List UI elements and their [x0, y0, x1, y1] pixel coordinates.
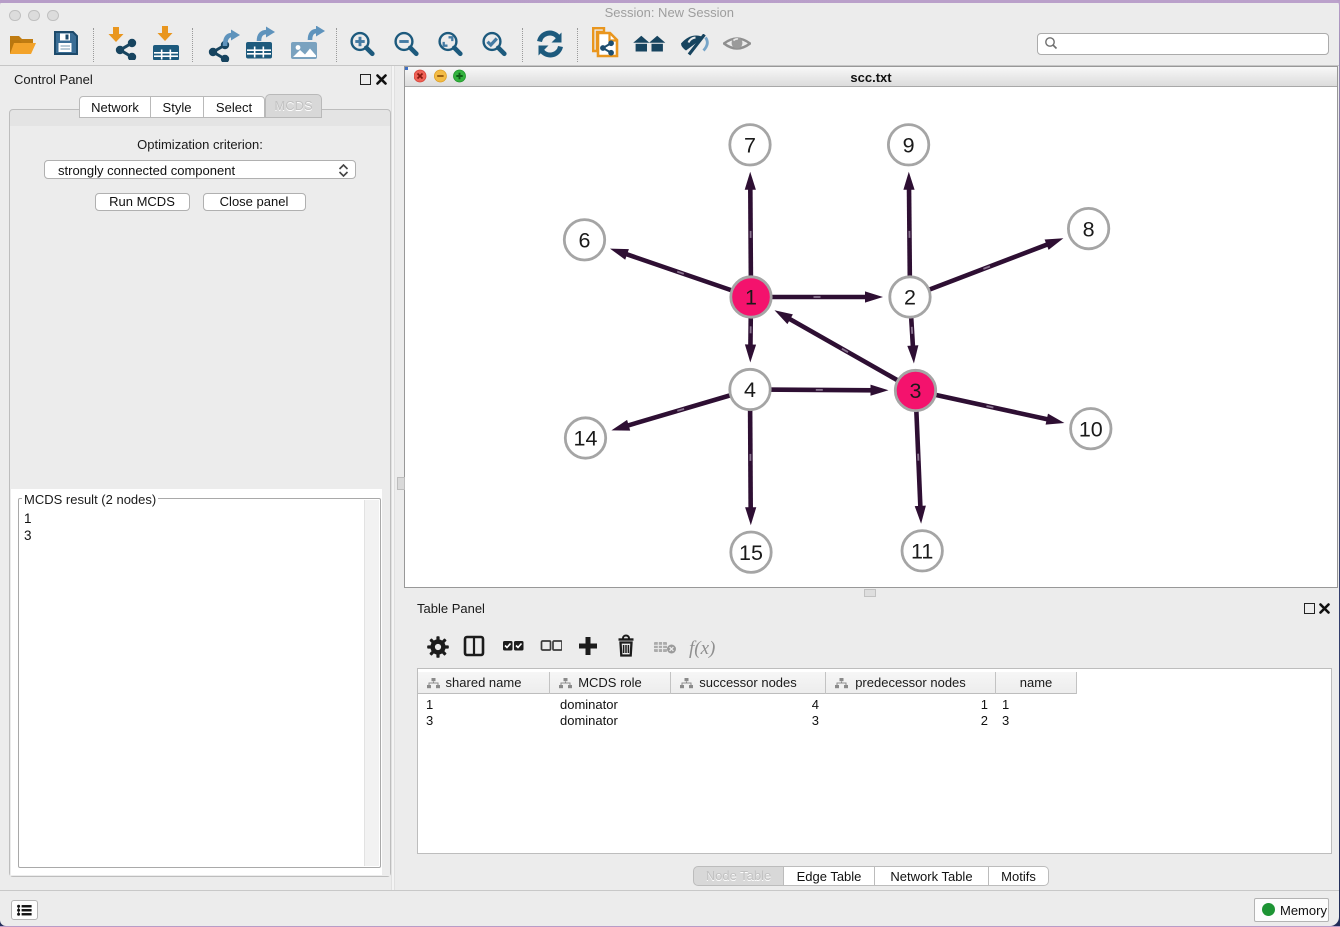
svg-text:6: 6: [579, 229, 591, 253]
svg-text:9: 9: [903, 134, 915, 158]
svg-text:15: 15: [739, 541, 763, 565]
svg-text:14: 14: [574, 427, 598, 451]
svg-text:2: 2: [904, 286, 916, 310]
svg-text:3: 3: [910, 379, 922, 403]
svg-text:8: 8: [1083, 217, 1095, 241]
svg-text:10: 10: [1079, 417, 1103, 441]
svg-text:1: 1: [745, 286, 757, 310]
svg-text:4: 4: [744, 378, 756, 402]
svg-text:11: 11: [911, 540, 933, 564]
svg-text:7: 7: [744, 134, 756, 158]
